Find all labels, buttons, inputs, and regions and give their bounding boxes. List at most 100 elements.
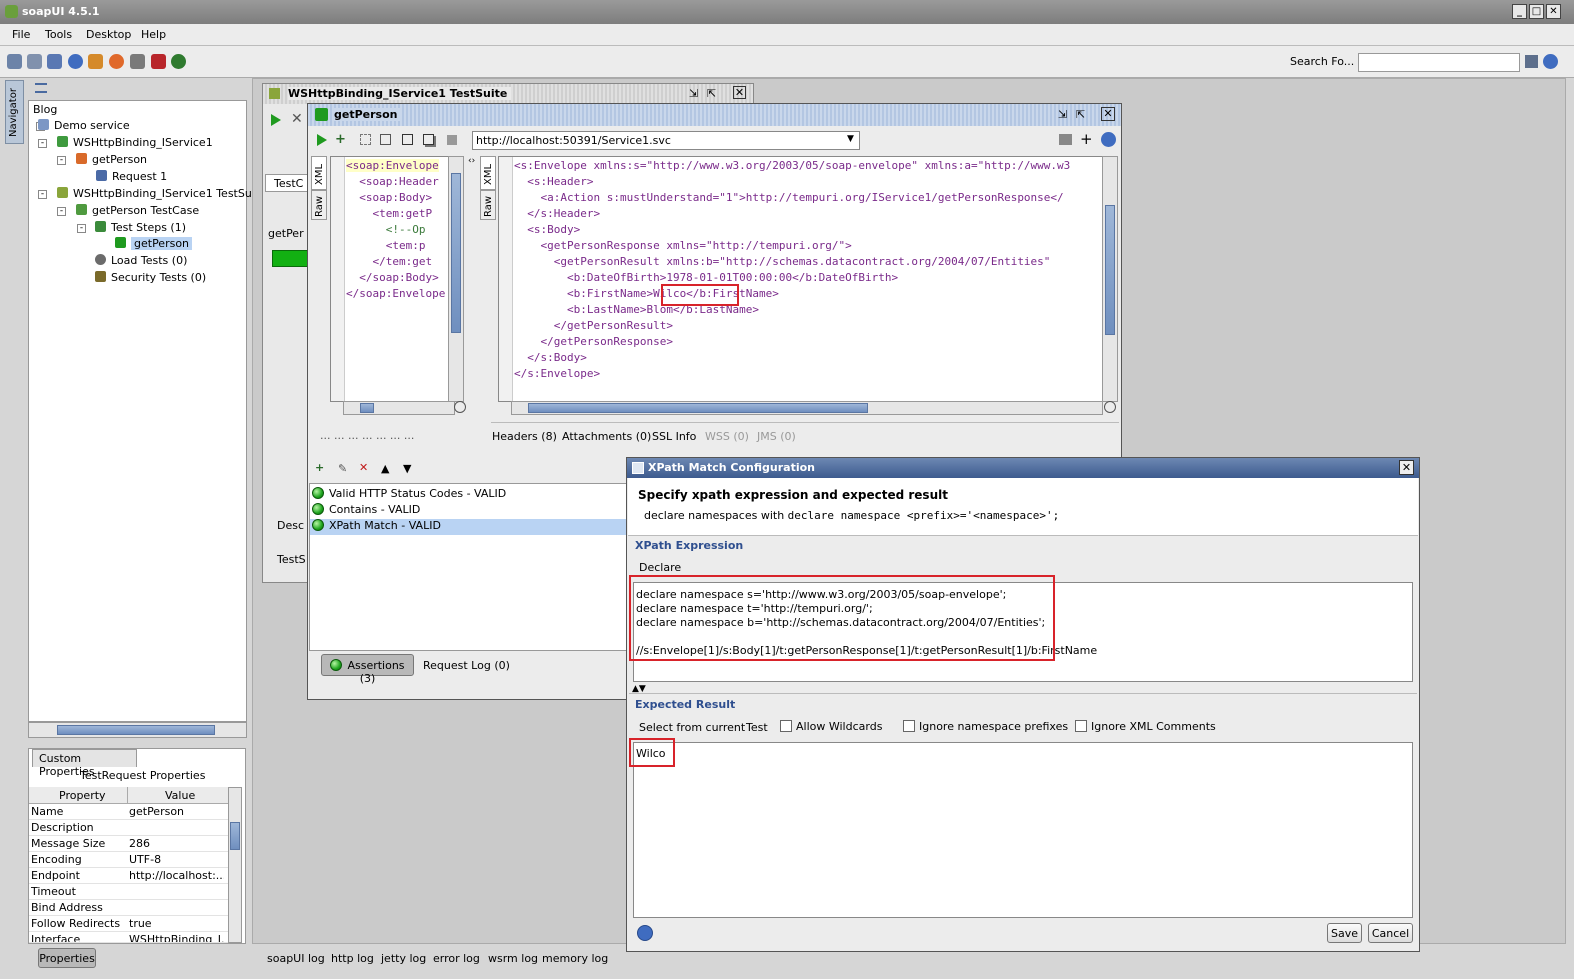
tree-item-interface[interactable]: WSHttpBinding_IService1 [57, 136, 213, 149]
toggle-icon[interactable] [1059, 134, 1072, 145]
search-help-icon[interactable] [1543, 54, 1558, 69]
tab-ssl-info[interactable]: SSL Info [652, 430, 696, 443]
tab-request-log[interactable]: Request Log (0) [423, 659, 510, 672]
maximize-editor-icon[interactable] [380, 134, 391, 145]
test-button[interactable]: Test [746, 721, 768, 734]
tree-item-workspace[interactable]: Blog [33, 103, 57, 116]
tab-wss[interactable]: WSS (0) [705, 430, 749, 443]
property-row[interactable]: Encoding UTF-8 [29, 852, 229, 868]
tab-tests[interactable]: TestS [277, 553, 306, 566]
testcase-list-item[interactable]: getPer [268, 227, 304, 240]
response-hscroll[interactable] [511, 401, 1103, 415]
search-input[interactable] [1358, 53, 1520, 72]
submit-request-icon[interactable] [317, 134, 327, 146]
assertion-item[interactable]: XPath Match - VALID [310, 519, 626, 535]
tree-collapse-icon[interactable] [35, 83, 47, 93]
collapse-icon[interactable]: - [38, 139, 47, 148]
ignore-namespace-checkbox[interactable]: Ignore namespace prefixes [903, 720, 1068, 733]
tab-error-log[interactable]: error log [433, 952, 480, 965]
collapse-icon[interactable]: - [57, 156, 66, 165]
split-arrows-icon[interactable]: ‹› [468, 156, 475, 166]
menu-file[interactable]: File [12, 28, 30, 41]
move-up-icon[interactable]: ▲ [381, 462, 389, 475]
stop-icon[interactable] [447, 135, 457, 145]
request-bottom-tabs[interactable]: ... ... ... ... ... ... ... [320, 429, 414, 442]
minimize-window-icon[interactable]: ⇲ [689, 87, 698, 100]
tree-item-teststeps[interactable]: Test Steps (1) [95, 221, 186, 234]
property-row[interactable]: Message Size 286 [29, 836, 229, 852]
minimize-icon[interactable]: _ [1512, 4, 1527, 19]
tree-hscroll[interactable] [28, 722, 247, 738]
preferences-icon[interactable] [130, 54, 145, 69]
declare-button[interactable]: Declare [639, 561, 681, 574]
tree-item-securitytests[interactable]: Security Tests (0) [95, 271, 206, 284]
tab-memory-log[interactable]: memory log [542, 952, 608, 965]
minimize-window-icon[interactable]: ⇲ [1058, 108, 1067, 121]
collapse-icon[interactable]: - [77, 224, 86, 233]
tab-attachments[interactable]: Attachments (0) [562, 430, 651, 443]
endpoint-select[interactable]: http://localhost:50391/Service1.svc ▼ [472, 131, 860, 150]
scroll-thumb[interactable] [451, 173, 461, 333]
tab-wsrm-log[interactable]: wsrm log [488, 952, 538, 965]
response-vscroll[interactable] [1102, 156, 1118, 402]
import-project-icon[interactable] [27, 54, 42, 69]
custom-properties-tab[interactable]: Custom Properties [32, 749, 137, 778]
navigator-tab[interactable]: Navigator [5, 80, 24, 144]
save-button[interactable]: Save [1327, 923, 1362, 943]
property-row[interactable]: Bind Address [29, 900, 229, 916]
close-icon[interactable]: ✕ [1399, 460, 1414, 475]
property-row[interactable]: Timeout [29, 884, 229, 900]
cancel-button[interactable]: Cancel [1368, 923, 1413, 943]
close-icon[interactable]: ✕ [1546, 4, 1561, 19]
forum-icon[interactable] [88, 54, 103, 69]
tree-item-teststep[interactable]: getPerson [115, 237, 193, 250]
assertion-item[interactable]: Contains - VALID [310, 503, 626, 519]
tab-response-xml[interactable]: XML [480, 156, 496, 190]
close-window-icon[interactable]: ✕ [733, 86, 746, 99]
exit-icon[interactable] [171, 54, 186, 69]
request-vscroll[interactable] [448, 156, 464, 402]
proxy-icon[interactable] [151, 54, 166, 69]
single-editor-icon[interactable] [402, 134, 413, 145]
format-icon[interactable] [360, 134, 371, 145]
menu-help[interactable]: Help [141, 28, 166, 41]
zoom-icon[interactable] [1104, 401, 1116, 413]
tab-jetty-log[interactable]: jetty log [381, 952, 426, 965]
cancel-icon[interactable]: ✕ [291, 111, 303, 127]
tab-soapui-log[interactable]: soapUI log [267, 952, 325, 965]
property-row[interactable]: Description [29, 820, 229, 836]
save-all-icon[interactable] [47, 54, 62, 69]
detach-icon[interactable]: ⇱ [707, 87, 716, 100]
response-editor[interactable]: <s:Envelope xmlns:s="http://www.w3.org/2… [498, 156, 1110, 402]
scroll-thumb[interactable] [1105, 205, 1115, 335]
tab-headers[interactable]: Headers (8) [492, 430, 557, 443]
property-row[interactable]: Interface WSHttpBinding_I... [29, 932, 229, 943]
tree-item-testsuite[interactable]: WSHttpBinding_IService1 TestSuite [57, 187, 266, 200]
menu-tools[interactable]: Tools [45, 28, 72, 41]
help-icon[interactable] [68, 54, 83, 69]
tab-jms[interactable]: JMS (0) [757, 430, 796, 443]
tab-testcases[interactable]: TestC [265, 174, 309, 192]
scroll-thumb[interactable] [57, 725, 215, 735]
maximize-icon[interactable]: □ [1529, 4, 1544, 19]
tree-item-testcase[interactable]: getPerson TestCase [76, 204, 199, 217]
run-icon[interactable] [271, 114, 281, 126]
tab-request-xml[interactable]: XML [311, 156, 327, 190]
select-from-current-button[interactable]: Select from current [639, 721, 745, 734]
add-assertion-icon[interactable]: + [335, 132, 346, 147]
detach-icon[interactable]: ⇱ [1076, 108, 1085, 121]
property-row[interactable]: Follow Redirects true [29, 916, 229, 932]
ignore-comments-checkbox[interactable]: Ignore XML Comments [1075, 720, 1216, 733]
new-project-icon[interactable] [7, 54, 22, 69]
tab-request-raw[interactable]: Raw [311, 190, 327, 220]
split-editor-icon[interactable] [423, 134, 434, 145]
properties-button[interactable]: Properties [38, 948, 96, 968]
close-window-icon[interactable]: ✕ [1101, 107, 1115, 121]
help-icon[interactable] [1101, 132, 1116, 147]
tab-response-raw[interactable]: Raw [480, 190, 496, 220]
collapse-icon[interactable]: - [38, 190, 47, 199]
tab-description[interactable]: Desc [277, 519, 304, 532]
add-icon[interactable]: + [1080, 130, 1093, 148]
move-down-icon[interactable]: ▼ [403, 462, 411, 475]
menu-desktop[interactable]: Desktop [86, 28, 131, 41]
